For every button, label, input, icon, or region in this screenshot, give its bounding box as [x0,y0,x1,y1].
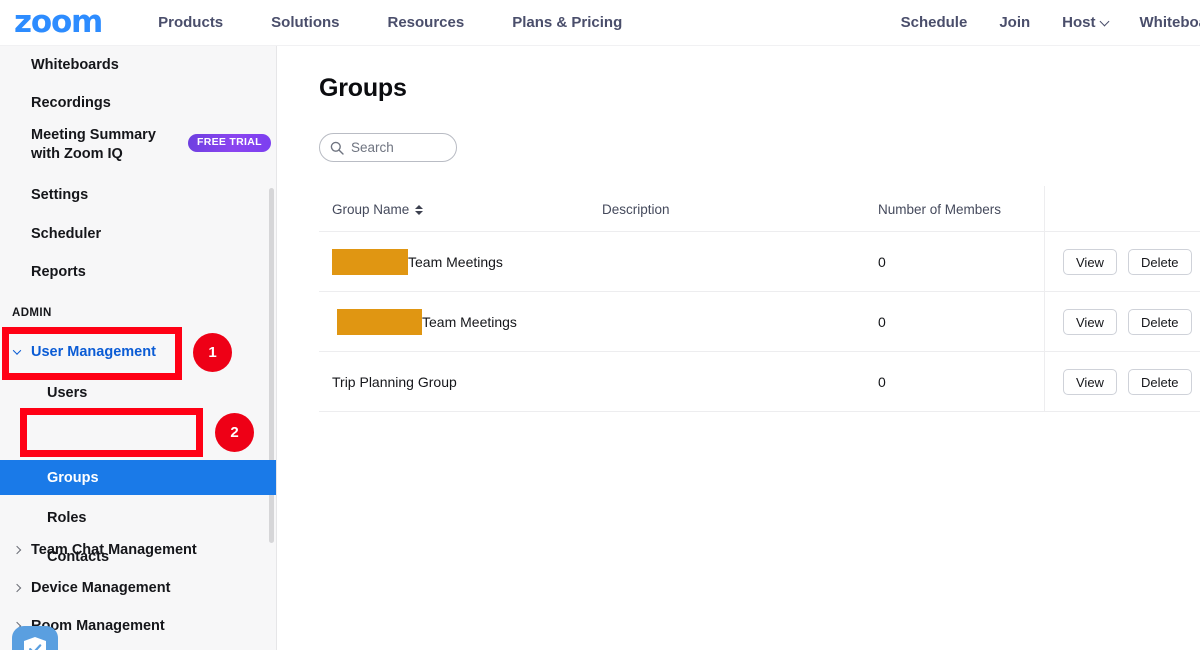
table-header-row: Group Name Description Number of Members [319,186,1200,232]
sidebar-item-meeting-summary-zoom-iq[interactable]: Meeting Summary with Zoom IQ [0,124,170,166]
cell-group-name: Team Meetings [332,292,517,352]
view-button[interactable]: View [1063,369,1117,395]
cell-group-name: Team Meetings [332,232,503,292]
free-trial-badge: FREE TRIAL [188,134,271,152]
nav-item-products[interactable]: Products [134,0,247,46]
secondary-nav-links: Schedule Join Host Whiteboard [869,0,1200,46]
sidebar-item-label: Reports [31,264,86,280]
cell-number-of-members: 0 [878,314,886,330]
shield-check-icon[interactable] [12,626,58,650]
delete-button[interactable]: Delete [1127,309,1192,335]
nav-item-resources[interactable]: Resources [363,0,488,46]
sidebar-item-label: Users [47,385,88,401]
group-name-text: Trip Planning Group [332,374,457,390]
sidebar-item-user-management[interactable]: User Management [0,334,156,370]
sidebar-item-label: Scheduler [31,226,102,242]
column-header-description: Description [602,202,670,217]
sidebar-item-team-chat-management[interactable]: Team Chat Management [0,532,197,568]
chevron-right-icon [12,545,22,555]
cell-actions: View Delete [1063,292,1192,352]
redaction-bar [332,249,408,275]
nav-item-host-label: Host [1062,14,1096,31]
sort-icon[interactable] [415,204,424,215]
nav-item-whiteboard[interactable]: Whiteboard [1108,0,1200,46]
table-row: Trip Planning Group 0 View Delete [319,352,1200,412]
column-header-number-of-members: Number of Members [878,202,1002,217]
column-header-group-name[interactable]: Group Name [332,202,424,217]
cell-actions: View Delete [1063,352,1192,412]
group-name-text: Team Meetings [408,254,503,270]
sidebar-item-scheduler[interactable]: Scheduler [0,215,101,253]
page-title: Groups [319,74,407,102]
cell-actions: View Delete [1063,232,1192,292]
main-content: Groups Search + Add Group Group Name Des… [278,46,1200,650]
sidebar-section-admin: ADMIN [12,307,52,319]
sidebar-item-label: Team Chat Management [31,542,197,558]
nav-item-plans-pricing[interactable]: Plans & Pricing [488,0,646,46]
chevron-down-icon [12,346,22,355]
delete-button[interactable]: Delete [1127,249,1192,275]
table-column-divider [1044,186,1045,232]
sidebar-item-label: Settings [31,187,89,203]
sidebar-item-recordings[interactable]: Recordings [0,84,111,122]
group-name-text: Team Meetings [422,314,517,330]
groups-table: Group Name Description Number of Members… [319,186,1200,412]
top-navigation-bar: zoom Products Solutions Resources Plans … [0,0,1200,46]
sidebar-item-settings[interactable]: Settings [0,176,88,214]
table-column-divider [1044,352,1045,411]
sidebar: Whiteboards Recordings Meeting Summary w… [0,46,277,650]
search-input[interactable]: Search [319,133,457,162]
sidebar-item-label: Meeting Summary with Zoom IQ [31,127,156,162]
table-row: Team Meetings 0 View Delete [319,232,1200,292]
nav-item-solutions[interactable]: Solutions [247,0,363,46]
zoom-logo[interactable]: zoom [14,7,103,38]
annotation-marker-1: 1 [193,333,232,372]
sidebar-item-roles[interactable]: Roles [0,501,87,535]
search-icon [330,141,344,155]
sidebar-item-users[interactable]: Users [0,376,87,410]
sidebar-item-groups[interactable] [0,460,276,495]
cell-number-of-members: 0 [878,254,886,270]
sidebar-item-label: Recordings [31,95,111,111]
column-header-label: Group Name [332,202,410,217]
chevron-right-icon [12,583,22,593]
table-column-divider [1044,232,1045,291]
sidebar-item-reports[interactable]: Reports [0,253,86,291]
search-placeholder: Search [351,140,394,155]
nav-item-schedule[interactable]: Schedule [869,0,968,46]
sidebar-item-device-management[interactable]: Device Management [0,570,170,606]
redaction-bar [337,309,422,335]
view-button[interactable]: View [1063,309,1117,335]
nav-item-host[interactable]: Host [1030,0,1109,46]
sidebar-item-whiteboards[interactable]: Whiteboards [0,46,119,84]
sidebar-item-label: Groups [47,469,99,486]
table-row: Team Meetings 0 View Delete [319,292,1200,352]
sidebar-item-label: Roles [47,510,87,526]
nav-item-join[interactable]: Join [967,0,1030,46]
sidebar-item-label: Device Management [31,580,171,596]
sidebar-item-label: Whiteboards [31,57,119,73]
cell-group-name: Trip Planning Group [332,352,457,412]
table-column-divider [1044,292,1045,351]
annotation-marker-2: 2 [215,413,254,452]
delete-button[interactable]: Delete [1127,369,1192,395]
view-button[interactable]: View [1063,249,1117,275]
sidebar-item-label: User Management [31,344,156,360]
cell-number-of-members: 0 [878,374,886,390]
primary-nav-links: Products Solutions Resources Plans & Pri… [134,0,646,46]
